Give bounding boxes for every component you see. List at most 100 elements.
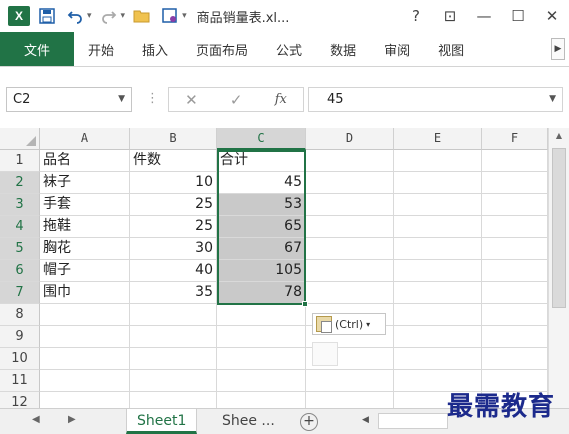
horizontal-scrollbar[interactable] <box>378 413 448 429</box>
cell-c[interactable]: 合计 <box>217 150 306 172</box>
vertical-scrollbar[interactable]: ▲ <box>548 128 569 408</box>
cell-c[interactable] <box>217 348 306 370</box>
tab-review[interactable]: 审阅 <box>370 32 424 66</box>
row-header[interactable]: 9 <box>0 326 40 348</box>
save-icon[interactable] <box>36 4 58 28</box>
scroll-left-icon[interactable]: ◀ <box>362 415 369 425</box>
undo-icon[interactable] <box>64 4 86 28</box>
undo-dropdown-icon[interactable]: ▾ <box>87 11 92 21</box>
column-header-a[interactable]: A <box>40 128 130 150</box>
cell-f[interactable] <box>482 216 548 238</box>
cell-f[interactable] <box>482 194 548 216</box>
tab-home[interactable]: 开始 <box>74 32 128 66</box>
cell-c[interactable] <box>217 304 306 326</box>
formula-input[interactable]: 45 ▼ <box>308 87 563 112</box>
cell-e[interactable] <box>394 304 482 326</box>
tab-view[interactable]: 视图 <box>424 32 478 66</box>
vertical-scroll-thumb[interactable] <box>552 148 566 308</box>
cell-b[interactable]: 25 <box>130 194 217 216</box>
cell-b[interactable]: 40 <box>130 260 217 282</box>
cell-f[interactable] <box>482 304 548 326</box>
cell-b[interactable] <box>130 370 217 392</box>
tab-file[interactable]: 文件 <box>0 32 74 66</box>
cell-a[interactable] <box>40 304 130 326</box>
cell-c[interactable]: 67 <box>217 238 306 260</box>
select-all-button[interactable] <box>0 128 40 150</box>
row-header[interactable]: 4 <box>0 216 40 238</box>
cell-b[interactable]: 35 <box>130 282 217 304</box>
column-header-e[interactable]: E <box>394 128 482 150</box>
folder-icon[interactable] <box>131 4 153 28</box>
cell-a[interactable]: 拖鞋 <box>40 216 130 238</box>
cell-b[interactable] <box>130 348 217 370</box>
cell-a[interactable] <box>40 370 130 392</box>
tab-data[interactable]: 数据 <box>316 32 370 66</box>
fill-handle[interactable] <box>302 301 308 307</box>
minimize-button[interactable]: — <box>467 7 501 25</box>
cell-f[interactable] <box>482 238 548 260</box>
cell-c[interactable] <box>217 370 306 392</box>
cell-d[interactable] <box>306 238 394 260</box>
cell-c[interactable]: 45 <box>217 172 306 194</box>
cell-b[interactable]: 10 <box>130 172 217 194</box>
cell-c[interactable]: 65 <box>217 216 306 238</box>
row-header[interactable]: 3 <box>0 194 40 216</box>
touch-mode-icon[interactable] <box>159 4 181 28</box>
prev-sheet-icon[interactable]: ◀ <box>32 414 40 425</box>
cell-f[interactable] <box>482 172 548 194</box>
cell-b[interactable]: 25 <box>130 216 217 238</box>
formula-bar-grip-icon[interactable]: ⋮ <box>146 91 159 106</box>
row-header[interactable]: 8 <box>0 304 40 326</box>
cancel-icon[interactable]: ✕ <box>185 91 198 109</box>
cell-a[interactable] <box>40 348 130 370</box>
scroll-up-icon[interactable]: ▲ <box>549 128 569 144</box>
expand-formula-bar-icon[interactable]: ▼ <box>549 88 556 111</box>
cell-a[interactable]: 胸花 <box>40 238 130 260</box>
cell-f[interactable] <box>482 150 548 172</box>
sheet-tab-other[interactable]: Shee ... <box>212 409 285 434</box>
cell-d[interactable] <box>306 282 394 304</box>
ribbon-scroll-right-icon[interactable]: ▶ <box>551 38 565 60</box>
cell-c[interactable] <box>217 326 306 348</box>
insert-function-icon[interactable]: fx <box>275 92 287 107</box>
column-header-f[interactable]: F <box>482 128 548 150</box>
next-sheet-icon[interactable]: ▶ <box>68 414 76 425</box>
row-header[interactable]: 10 <box>0 348 40 370</box>
row-header[interactable]: 7 <box>0 282 40 304</box>
chevron-down-icon[interactable]: ▼ <box>118 88 125 111</box>
row-header[interactable]: 11 <box>0 370 40 392</box>
column-header-d[interactable]: D <box>306 128 394 150</box>
column-header-b[interactable]: B <box>130 128 217 150</box>
redo-dropdown-icon[interactable]: ▾ <box>121 11 126 21</box>
cell-f[interactable] <box>482 348 548 370</box>
cell-a[interactable]: 袜子 <box>40 172 130 194</box>
sheet-tab-sheet1[interactable]: Sheet1 <box>126 409 198 434</box>
cell-b[interactable] <box>130 304 217 326</box>
cell-a[interactable]: 围巾 <box>40 282 130 304</box>
close-button[interactable]: ✕ <box>535 7 569 25</box>
row-header[interactable]: 1 <box>0 150 40 172</box>
cell-a[interactable]: 手套 <box>40 194 130 216</box>
excel-app-icon[interactable]: X <box>8 6 30 26</box>
cell-d[interactable] <box>306 194 394 216</box>
cell-e[interactable] <box>394 150 482 172</box>
cell-d[interactable] <box>306 216 394 238</box>
cell-e[interactable] <box>394 216 482 238</box>
tab-insert[interactable]: 插入 <box>128 32 182 66</box>
cell-d[interactable] <box>306 150 394 172</box>
cell-c[interactable]: 53 <box>217 194 306 216</box>
name-box[interactable]: C2 ▼ <box>6 87 132 112</box>
cell-d[interactable] <box>306 370 394 392</box>
cell-d[interactable] <box>306 172 394 194</box>
cell-f[interactable] <box>482 326 548 348</box>
cell-b[interactable] <box>130 326 217 348</box>
add-sheet-button[interactable]: + <box>300 413 318 431</box>
paste-options-button[interactable]: (Ctrl) ▾ <box>312 313 386 335</box>
cell-f[interactable] <box>482 260 548 282</box>
cell-e[interactable] <box>394 172 482 194</box>
row-header[interactable]: 5 <box>0 238 40 260</box>
help-button[interactable]: ? <box>399 7 433 25</box>
enter-icon[interactable]: ✓ <box>230 91 243 109</box>
cell-e[interactable] <box>394 348 482 370</box>
row-header[interactable]: 6 <box>0 260 40 282</box>
